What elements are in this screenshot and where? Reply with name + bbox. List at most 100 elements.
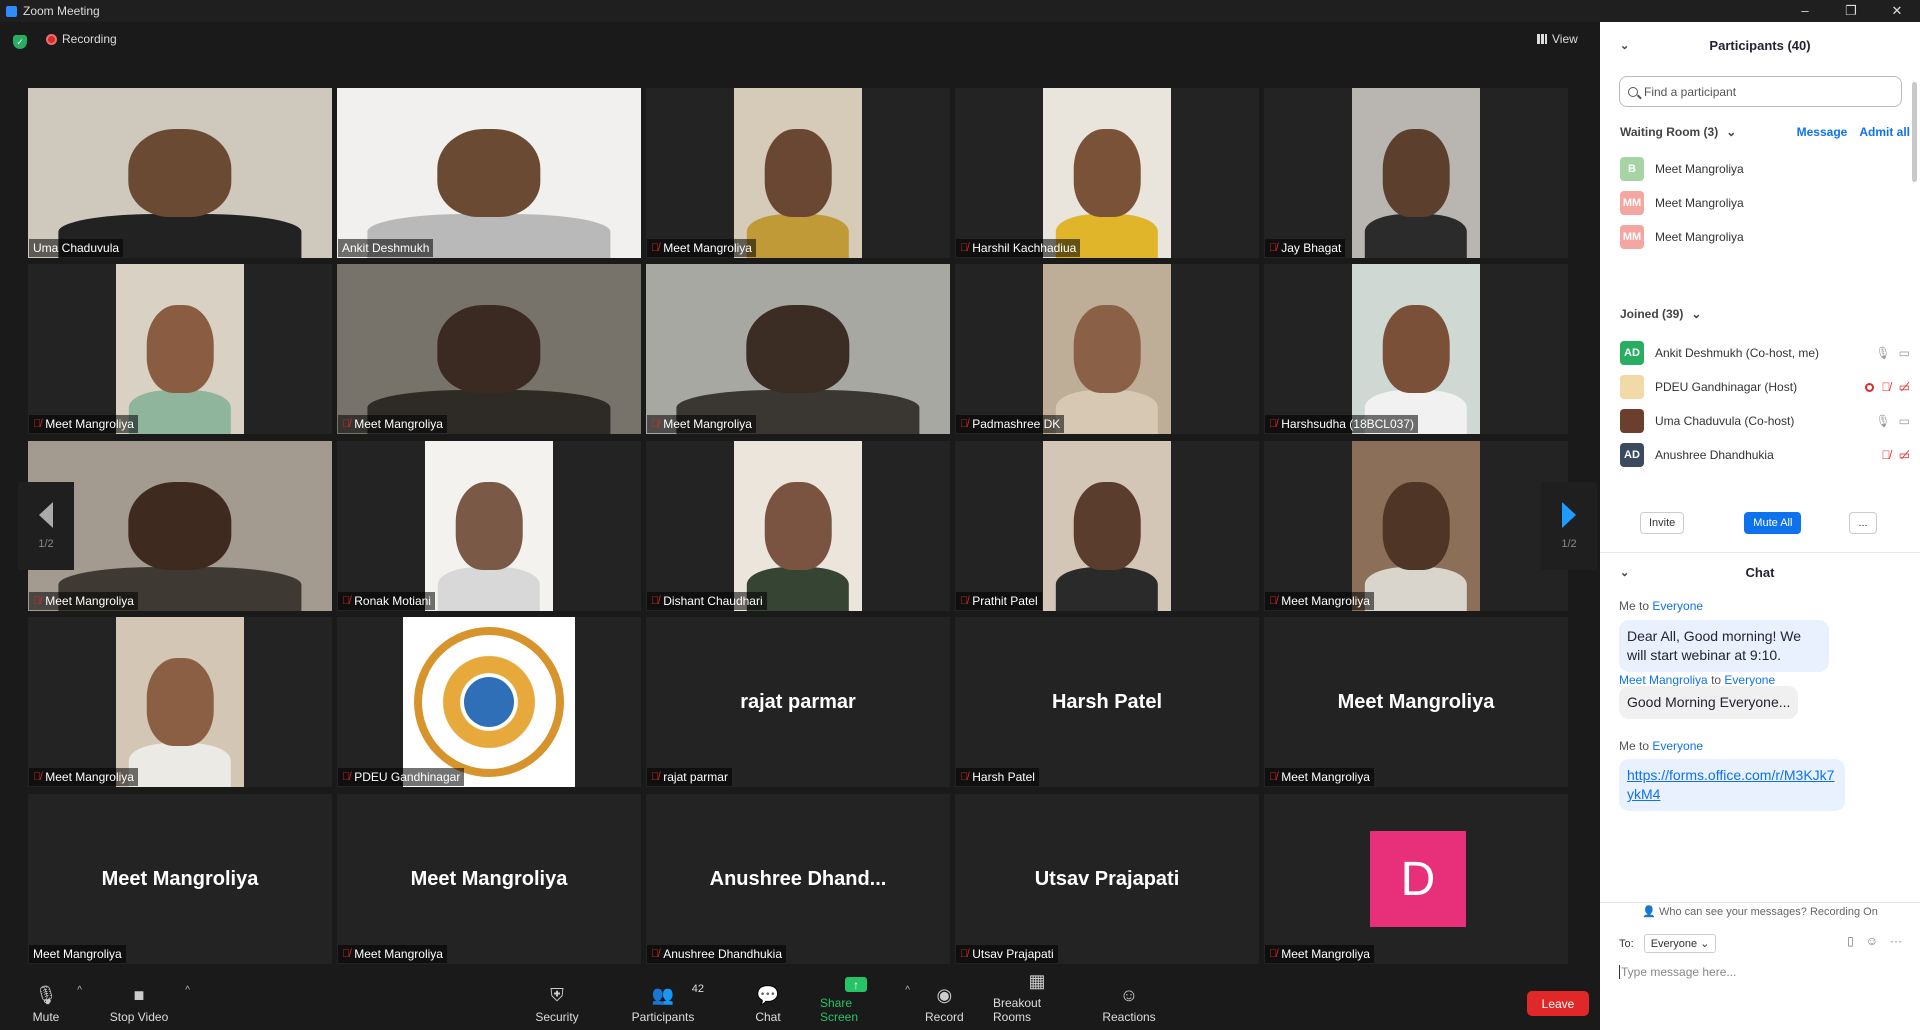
joined-participant-row[interactable]: PDEU Gandhinagar (Host) 🎙̸ ▭̸ [1620,370,1910,404]
participants-scrollbar[interactable] [1912,82,1917,182]
share-options-caret-icon[interactable]: ^ [905,985,910,996]
video-tile[interactable]: 🎙̸ Harshsudha (18BCL037) [1264,264,1568,434]
video-tile[interactable]: 🎙̸ Prathit Patel [955,441,1259,611]
stop-video-button[interactable]: ■ Stop Video ^ [106,977,190,1030]
video-tile[interactable]: Harsh Patel 🎙̸ Harsh Patel [955,617,1259,787]
video-tile[interactable]: 🎙̸ Jay Bhagat [1264,88,1568,258]
video-tile[interactable]: 🎙̸ Meet Mangroliya [646,88,950,258]
video-tile[interactable]: 🎙̸ Meet Mangroliya [28,264,332,434]
video-tile[interactable]: Meet Mangroliya 🎙̸ Meet Mangroliya [1264,617,1568,787]
video-tile[interactable]: 🎙̸ Dishant Chaudhari [646,441,950,611]
mute-options-caret-icon[interactable]: ^ [77,985,82,996]
joined-participant-row[interactable]: AD Anushree Dhandhukia 🎙̸ ▭̸ [1620,438,1910,472]
arrow-left-icon [39,502,53,528]
participants-button[interactable]: 👥 42 Participants [630,977,704,1030]
message-visibility-note[interactable]: 👤 Who can see your messages? Recording O… [1600,905,1920,918]
more-icon[interactable]: ··· [1890,934,1902,948]
mute-button[interactable]: 🎙 Mute ^ [28,977,82,1030]
view-button[interactable]: View [1537,32,1578,46]
participant-name: PDEU Gandhinagar (Host) [1655,380,1798,394]
breakout-rooms-button[interactable]: ▦ Breakout Rooms [993,971,1081,1030]
video-tile[interactable]: 🎙̸ Padmashree DK [955,264,1259,434]
video-off-icon[interactable]: ▭̸ [1899,380,1910,394]
message-waiting-button[interactable]: Message [1797,125,1848,139]
invite-button[interactable]: Invite [1640,512,1685,534]
video-tile[interactable]: 🎙̸ Meet Mangroliya [28,617,332,787]
video-tile[interactable]: 🎙̸ Ronak Motiani [337,441,641,611]
video-camera-icon[interactable]: ▭ [1899,346,1910,360]
encryption-shield-icon[interactable]: ✓ [13,35,27,49]
video-tile[interactable]: Anushree Dhand... 🎙̸ Anushree Dhandhukia [646,794,950,964]
video-tile[interactable]: Meet Mangroliya 🎙̸ Meet Mangroliya [337,794,641,964]
recipient-name[interactable]: Everyone [1724,673,1775,687]
collapse-chevron-icon[interactable]: ⌄ [1620,39,1629,52]
close-icon[interactable]: ✕ [1874,0,1920,22]
sender-name[interactable]: Meet Mangroliya [1619,673,1708,687]
video-tile[interactable]: rajat parmar 🎙̸ rajat parmar [646,617,950,787]
leave-button[interactable]: Leave [1527,991,1589,1016]
joined-participant-row[interactable]: Uma Chaduvula (Co-host) 🎙 ▭ [1620,404,1910,438]
muted-mic-icon[interactable]: 🎙̸ [1882,380,1891,394]
video-tile[interactable]: 🎙̸ PDEU Gandhinagar [337,617,641,787]
video-tile[interactable]: 🎙̸ Meet Mangroliya [646,264,950,434]
chat-collapse-chevron-icon[interactable]: ⌄ [1620,566,1629,579]
file-icon[interactable]: ▯ [1847,934,1854,948]
waiting-participant-row[interactable]: MM Meet Mangroliya [1620,220,1910,254]
participant-status-icons: 🎙 ▭ [1875,346,1910,360]
joined-header: Joined (39) ⌄ [1620,304,1910,324]
waiting-room-label[interactable]: Waiting Room (3) [1620,125,1718,139]
microphone-icon[interactable]: 🎙 [1875,346,1890,360]
video-tile[interactable]: Utsav Prajapati 🎙̸ Utsav Prajapati [955,794,1259,964]
muted-mic-icon: 🎙̸ [651,771,660,783]
waiting-participant-row[interactable]: B Meet Mangroliya [1620,152,1910,186]
waiting-chevron-icon[interactable]: ⌄ [1726,125,1736,139]
sender-name: Me [1619,739,1636,753]
video-tile[interactable]: D 🎙̸ Meet Mangroliya [1264,794,1568,964]
security-button[interactable]: ⛨ Security [534,977,580,1030]
reactions-button[interactable]: ☺ Reactions [1102,977,1156,1030]
recipient-row: To: Everyone ⌄ [1619,934,1717,953]
chat-button[interactable]: 💬 Chat [755,977,781,1030]
participant-name: Meet Mangroliya [45,770,134,784]
recipient-dropdown[interactable]: Everyone ⌄ [1643,934,1717,953]
video-feed [116,264,244,434]
previous-page-button[interactable]: 1/2 [18,482,74,570]
emoji-icon[interactable]: ☺ [1866,934,1878,948]
restore-icon[interactable]: ❐ [1828,0,1874,22]
name-plate: 🎙̸ Meet Mangroliya [29,592,138,610]
video-options-caret-icon[interactable]: ^ [185,985,190,996]
admit-all-button[interactable]: Admit all [1859,125,1910,139]
joined-chevron-icon[interactable]: ⌄ [1691,307,1701,321]
next-page-button[interactable]: 1/2 [1541,482,1597,570]
more-options-button[interactable]: ... [1849,512,1877,534]
minimize-icon[interactable]: – [1782,0,1828,22]
video-tile[interactable]: Uma Chaduvula [28,88,332,258]
microphone-icon[interactable]: 🎙 [1875,414,1890,428]
muted-mic-icon[interactable]: 🎙̸ [1882,448,1891,462]
participant-name: Ronak Motiani [354,594,431,608]
waiting-participant-row[interactable]: MM Meet Mangroliya [1620,186,1910,220]
video-tile[interactable]: 🎙̸ Harshil Kachhadiua [955,88,1259,258]
video-off-icon[interactable]: ▭̸ [1899,448,1910,462]
mute-all-button[interactable]: Mute All [1744,512,1802,534]
video-tile[interactable]: Meet Mangroliya Meet Mangroliya [28,794,332,964]
video-tile[interactable]: 🎙̸ Meet Mangroliya [337,264,641,434]
recipient-name[interactable]: Everyone [1652,599,1703,613]
name-plate: 🎙̸ Harshsudha (18BCL037) [1265,415,1418,433]
reactions-label: Reactions [1102,1010,1156,1024]
video-tile[interactable]: 🎙̸ Meet Mangroliya [1264,441,1568,611]
joined-participant-row[interactable]: AD Ankit Deshmukh (Co-host, me) 🎙 ▭ [1620,336,1910,370]
joined-label[interactable]: Joined (39) [1620,307,1683,321]
recording-indicator[interactable]: Recording [46,32,117,46]
video-camera-icon[interactable]: ▭ [1899,414,1910,428]
video-person-face [1073,304,1141,394]
share-screen-button[interactable]: ↑ Share Screen ^ [820,977,910,1030]
recipient-name[interactable]: Everyone [1652,739,1703,753]
chat-message-input[interactable]: Type message here... [1619,965,1736,979]
forms-link[interactable]: https://forms.office.com/r/M3KJk7ykM4 [1627,767,1834,802]
participant-search-input[interactable]: Find a participant [1619,76,1902,107]
record-button[interactable]: ◉ Record [925,977,964,1030]
participant-name: Prathit Patel [972,594,1038,608]
video-tile[interactable]: Ankit Deshmukh [337,88,641,258]
breakout-rooms-label: Breakout Rooms [993,996,1042,1024]
